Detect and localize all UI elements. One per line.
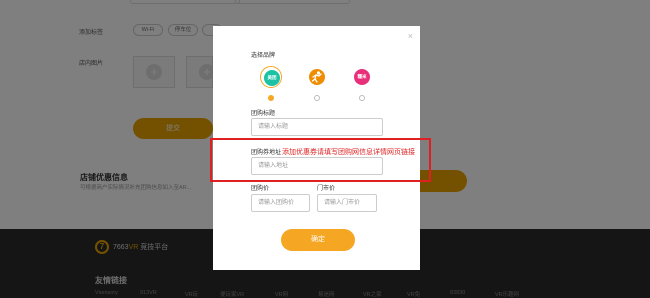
- market-price-label: 门市价: [317, 186, 336, 192]
- annotation-highlight-box: [210, 138, 431, 182]
- brand-radio-shanhui[interactable]: [314, 95, 320, 101]
- group-price-input[interactable]: 请输入团购价: [251, 194, 310, 212]
- title-input[interactable]: 请输入标题: [251, 118, 383, 136]
- brand-radio-nuomi[interactable]: [359, 95, 365, 101]
- group-price-label: 团购价: [251, 186, 270, 192]
- shanhui-logo-icon: [309, 69, 325, 85]
- brand-radio-meituan[interactable]: [268, 95, 274, 101]
- close-icon[interactable]: ×: [408, 31, 413, 41]
- brand-option-nuomi[interactable]: 糯米: [351, 66, 373, 88]
- annotation-note: 添加优惠券请填写团购网信息详情网页链接: [282, 149, 415, 156]
- runner-icon: [311, 71, 322, 83]
- title-label: 团购标题: [251, 111, 276, 117]
- brand-option-meituan[interactable]: 美团: [260, 66, 282, 88]
- nuomi-logo-icon: 糯米: [354, 69, 370, 85]
- brand-option-shanhui[interactable]: [306, 66, 328, 88]
- market-price-input[interactable]: 请输入门市价: [317, 194, 377, 212]
- confirm-button[interactable]: 确定: [281, 229, 355, 251]
- meituan-logo-icon: 美团: [264, 70, 280, 86]
- brand-section-label: 选择品牌: [251, 53, 276, 59]
